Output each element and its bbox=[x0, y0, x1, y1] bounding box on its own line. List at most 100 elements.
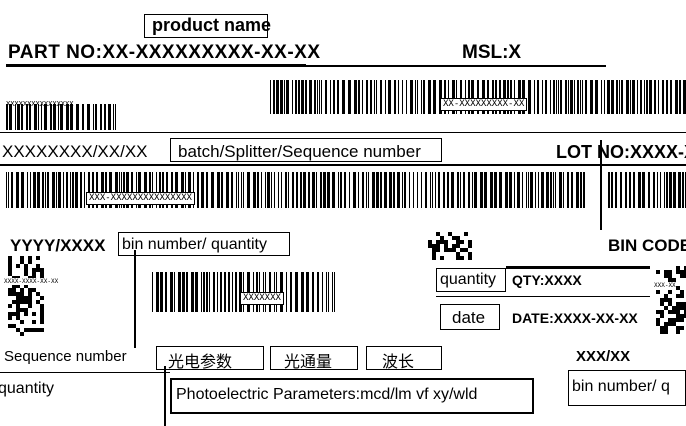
part-number: PART NO:XX-XXXXXXXXX-XX-XX bbox=[8, 42, 321, 63]
qty-bottom-rule bbox=[436, 296, 650, 297]
barcode-bar bbox=[113, 104, 114, 130]
barcode-bar bbox=[649, 80, 652, 114]
barcode-bar bbox=[21, 172, 24, 208]
qr-module bbox=[8, 304, 12, 308]
barcode-bar bbox=[522, 172, 523, 208]
barcode-bar bbox=[662, 80, 664, 114]
barcode-bar bbox=[421, 172, 422, 208]
qr-module bbox=[40, 320, 44, 324]
barcode-bar bbox=[273, 80, 275, 114]
barcode-bar bbox=[84, 172, 85, 208]
qr-module bbox=[24, 312, 28, 316]
barcode-bar bbox=[353, 172, 356, 208]
qr-module bbox=[432, 256, 436, 260]
qr-module bbox=[668, 290, 672, 294]
barcode-bar bbox=[236, 172, 237, 208]
barcode-bar bbox=[619, 80, 620, 114]
barcode-bar bbox=[300, 172, 302, 208]
barcode-bar bbox=[682, 172, 684, 208]
barcode-bar bbox=[8, 172, 9, 208]
barcode-bar bbox=[657, 172, 658, 208]
barcode-bar bbox=[66, 172, 68, 208]
barcode-bar bbox=[224, 272, 226, 312]
qr-module bbox=[680, 294, 684, 298]
barcode-bar bbox=[306, 272, 309, 312]
barcode-bar bbox=[327, 172, 330, 208]
barcode-bar bbox=[320, 172, 322, 208]
barcode-bar bbox=[160, 272, 163, 312]
barcode-bar bbox=[595, 80, 598, 114]
barcode-bar bbox=[332, 272, 333, 312]
barcode-bar bbox=[611, 172, 613, 208]
qty-value: QTY:XXXX bbox=[512, 272, 582, 288]
barcode-bar bbox=[374, 80, 375, 114]
barcode-bar bbox=[191, 272, 194, 312]
barcode-bar bbox=[514, 172, 515, 208]
barcode-bar bbox=[558, 80, 559, 114]
barcode-bar bbox=[433, 80, 436, 114]
barcode-bar bbox=[432, 172, 433, 208]
barcode-bar bbox=[553, 80, 555, 114]
barcode-bar bbox=[358, 172, 359, 208]
barcode-top-right-text: XX-XXXXXXXXX-XX bbox=[440, 98, 528, 111]
barcode-bar bbox=[451, 172, 454, 208]
barcode-bar bbox=[221, 172, 223, 208]
barcode-bar bbox=[323, 172, 326, 208]
photo-params-button[interactable]: 光电参数 bbox=[168, 348, 232, 372]
barcode-bar bbox=[317, 80, 318, 114]
barcode-bar bbox=[474, 172, 477, 208]
barcode-bar bbox=[413, 172, 414, 208]
barcode-middle-text: XXX-XXXXXXXXXXXXXXX bbox=[86, 192, 195, 205]
bin-code-right: BIN CODE bbox=[608, 236, 686, 255]
barcode-bar bbox=[206, 272, 208, 312]
barcode-bar bbox=[394, 80, 396, 114]
qr-module bbox=[656, 290, 660, 294]
barcode-bar bbox=[321, 80, 322, 114]
barcode-bar bbox=[550, 80, 551, 114]
bottom-left-vertical bbox=[164, 366, 166, 426]
barcode-bar bbox=[261, 172, 262, 208]
barcode-bar bbox=[309, 80, 312, 114]
barcode-bar bbox=[550, 172, 552, 208]
barcode-bar bbox=[679, 80, 681, 114]
qr-module bbox=[460, 256, 464, 260]
barcode-bar bbox=[517, 172, 520, 208]
qr-right-text: XXX-XX bbox=[654, 282, 676, 289]
barcode-bar bbox=[280, 80, 283, 114]
barcode-bar bbox=[6, 172, 7, 208]
barcode-bar bbox=[393, 172, 395, 208]
luminous-flux-button[interactable]: 光通量 bbox=[284, 348, 332, 372]
quantity-bottom: quantity bbox=[0, 380, 55, 397]
barcode-bar bbox=[423, 80, 425, 114]
barcode-bar bbox=[316, 172, 317, 208]
inner-left-rule bbox=[134, 250, 136, 348]
wavelength-button[interactable]: 波长 bbox=[382, 348, 414, 372]
barcode-bar bbox=[265, 172, 266, 208]
quantity-label: quantity bbox=[440, 271, 497, 288]
barcode-bar bbox=[288, 172, 289, 208]
barcode-bar bbox=[499, 172, 502, 208]
barcode-bar bbox=[658, 80, 659, 114]
barcode-bar bbox=[308, 172, 310, 208]
barcode-bar bbox=[317, 272, 319, 312]
barcode-bar bbox=[435, 172, 436, 208]
barcode-bar bbox=[284, 80, 285, 114]
barcode-bar bbox=[63, 172, 64, 208]
barcode-bar bbox=[538, 172, 539, 208]
barcode-bar bbox=[607, 80, 610, 114]
barcode-bar bbox=[295, 272, 298, 312]
barcode-bar bbox=[571, 172, 573, 208]
barcode-bar bbox=[93, 104, 94, 130]
barcode-bar bbox=[417, 80, 418, 114]
qr-module bbox=[468, 244, 472, 248]
barcode-bar bbox=[301, 80, 304, 114]
barcode-bar bbox=[505, 172, 508, 208]
barcode-bar bbox=[334, 272, 335, 312]
barcode-bar bbox=[104, 104, 106, 130]
barcode-bar bbox=[555, 172, 556, 208]
barcode-bar bbox=[27, 172, 28, 208]
barcode-bar bbox=[410, 80, 413, 114]
barcode-bar bbox=[526, 172, 527, 208]
barcode-bar bbox=[577, 80, 579, 114]
barcode-bar bbox=[238, 172, 239, 208]
